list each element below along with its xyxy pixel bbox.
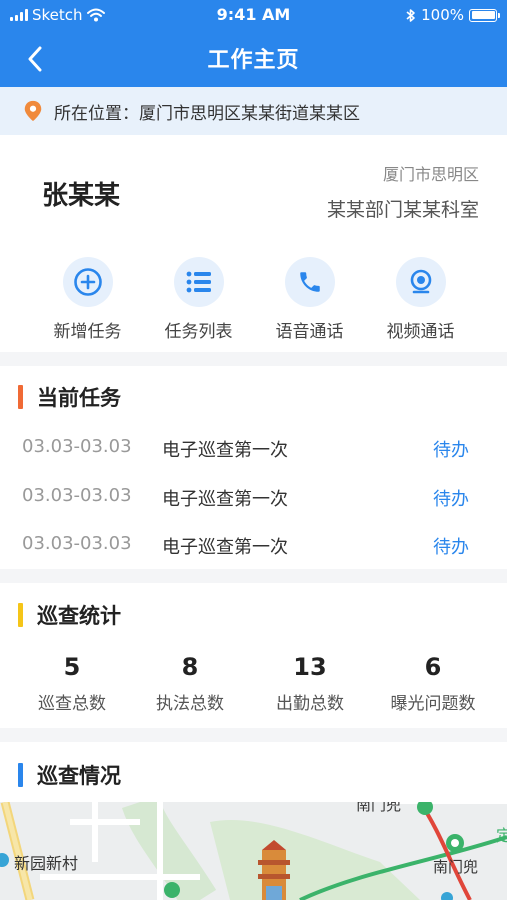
task-date: 03.03-03.03	[22, 485, 132, 506]
stat-exposed-issues[interactable]: 6 曝光问题数	[373, 653, 493, 714]
stat-label: 执法总数	[156, 694, 224, 714]
page-title: 工作主页	[207, 48, 300, 73]
user-department: 某某部门某某科室	[326, 199, 479, 221]
task-list-label: 任务列表	[164, 322, 233, 342]
task-list-button[interactable]: 任务列表	[143, 257, 254, 342]
stat-enforcement-total[interactable]: 8 执法总数	[130, 653, 250, 714]
profile-card: 张某某 厦门市思明区 某某部门某某科室 新增任务 任务列表 语音通话 视频通话	[0, 135, 507, 352]
task-desc: 电子巡查第一次	[162, 440, 288, 461]
user-name: 张某某	[42, 181, 121, 211]
patrol-stats-card: 巡查统计 5 巡查总数 8 执法总数 13 出勤总数 6 曝光问题数	[0, 583, 507, 728]
stat-value: 8	[181, 653, 199, 681]
stat-patrol-total[interactable]: 5 巡查总数	[12, 653, 132, 714]
patrol-situation-card: 巡查情况	[0, 742, 507, 802]
task-row[interactable]: 03.03-03.03 电子巡查第一次 待办	[0, 473, 507, 521]
add-task-label: 新增任务	[53, 322, 122, 342]
voice-call-button[interactable]: 语音通话	[254, 257, 365, 342]
map-place-label: 定	[496, 826, 507, 845]
section-title: 巡查统计	[37, 604, 121, 628]
add-task-button[interactable]: 新增任务	[32, 257, 143, 342]
stat-value: 5	[63, 653, 81, 681]
voice-call-label: 语音通话	[275, 322, 344, 342]
task-status-link[interactable]: 待办	[433, 436, 469, 462]
list-icon	[173, 257, 224, 307]
location-text: 所在位置：厦门市思明区某某街道某某区	[54, 103, 360, 124]
battery-icon	[469, 8, 500, 22]
task-status-link[interactable]: 待办	[433, 533, 469, 559]
location-bar: 所在位置：厦门市思明区某某街道某某区	[0, 87, 507, 135]
task-date: 03.03-03.03	[22, 533, 132, 554]
map-place-label: 南门兜	[433, 858, 479, 876]
phone-icon	[284, 257, 335, 307]
stat-label: 出勤总数	[276, 694, 344, 714]
accent-bar	[18, 603, 23, 627]
stat-value: 6	[424, 653, 442, 681]
accent-bar	[18, 385, 23, 409]
stat-label: 巡查总数	[38, 694, 106, 714]
stat-value: 13	[293, 653, 327, 681]
task-date: 03.03-03.03	[22, 436, 132, 457]
current-tasks-card: 当前任务 03.03-03.03 电子巡查第一次 待办 03.03-03.03 …	[0, 366, 507, 569]
user-district: 厦门市思明区	[382, 165, 479, 184]
stat-attendance-total[interactable]: 13 出勤总数	[250, 653, 370, 714]
plus-circle-icon	[62, 257, 113, 307]
current-tasks-header: 当前任务	[18, 382, 121, 412]
stat-label: 曝光问题数	[390, 694, 476, 714]
patrol-situation-header: 巡查情况	[18, 760, 121, 790]
video-call-button[interactable]: 视频通话	[365, 257, 476, 342]
patrol-stats-header: 巡查统计	[18, 600, 121, 630]
section-title: 巡查情况	[37, 764, 121, 788]
map-place-label: 南门兜	[356, 802, 402, 814]
nav-bar: 工作主页	[0, 30, 507, 87]
task-status-link[interactable]: 待办	[433, 485, 469, 511]
video-call-label: 视频通话	[386, 322, 455, 342]
quick-actions: 新增任务 任务列表 语音通话 视频通话	[0, 257, 507, 342]
battery-group: 100%	[406, 6, 500, 24]
task-row[interactable]: 03.03-03.03 电子巡查第一次 待办	[0, 521, 507, 569]
map-place-label: 新园新村	[14, 854, 79, 873]
map-pin-icon	[24, 100, 42, 122]
battery-percent: 100%	[421, 6, 464, 24]
patrol-map[interactable]: 新园新村 南门兜 南门兜 定	[0, 802, 507, 900]
accent-bar	[18, 763, 23, 787]
task-desc: 电子巡查第一次	[162, 537, 288, 558]
section-title: 当前任务	[37, 386, 121, 410]
task-desc: 电子巡查第一次	[162, 489, 288, 510]
video-camera-icon	[395, 257, 446, 307]
bluetooth-icon	[406, 8, 415, 22]
status-bar: Sketch 9:41 AM 100%	[0, 0, 507, 30]
task-row[interactable]: 03.03-03.03 电子巡查第一次 待办	[0, 424, 507, 472]
